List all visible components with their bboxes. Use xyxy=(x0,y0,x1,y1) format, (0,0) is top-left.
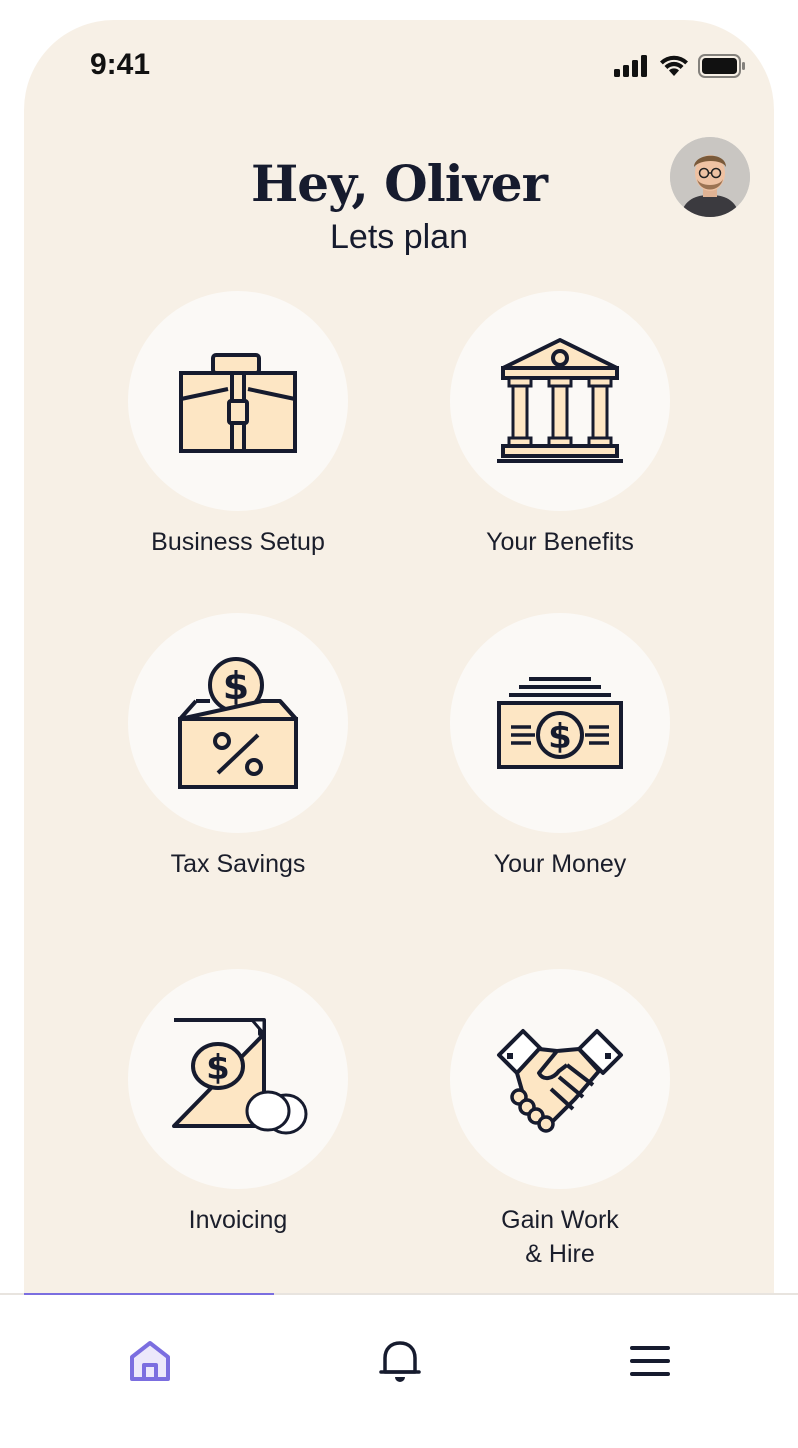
tile-icon-circle xyxy=(450,969,670,1189)
tab-menu[interactable] xyxy=(620,1331,680,1391)
tile-icon-circle: $ xyxy=(128,969,348,1189)
svg-text:$: $ xyxy=(548,717,572,757)
tile-your-money[interactable]: $ Your Money xyxy=(410,613,710,881)
tile-tax-savings[interactable]: $ Tax Savings xyxy=(88,613,388,881)
tile-icon-circle xyxy=(128,291,348,511)
greeting-subtitle: Lets plan xyxy=(330,218,468,256)
briefcase-icon xyxy=(179,353,297,453)
tile-gain-work-hire[interactable]: Gain Work & Hire xyxy=(410,969,710,1271)
bottom-tab-bar xyxy=(0,1293,798,1448)
tile-your-benefits[interactable]: Your Benefits xyxy=(410,291,710,559)
tile-label: Your Money xyxy=(493,850,627,878)
home-icon xyxy=(130,1341,170,1381)
tile-label: Business Setup xyxy=(151,528,325,556)
status-icons xyxy=(614,54,746,78)
svg-text:$: $ xyxy=(223,664,249,708)
bank-building-icon xyxy=(497,338,623,463)
greeting-title: Hey, Oliver xyxy=(251,154,548,213)
tile-business-setup[interactable]: Business Setup xyxy=(88,291,388,559)
invoice-document-icon: $ xyxy=(172,1018,308,1135)
tile-label-line: & Hire xyxy=(525,1240,595,1268)
cash-stack-icon: $ xyxy=(497,677,623,769)
menu-icon xyxy=(630,1346,670,1376)
tile-icon-circle xyxy=(450,291,670,511)
svg-text:$: $ xyxy=(206,1048,230,1088)
bell-icon xyxy=(379,1341,421,1382)
battery-icon xyxy=(698,54,745,78)
status-time: 9:41 xyxy=(90,48,151,81)
app-screen: 9:41 Hey, Oliver Lets plan Business Setu… xyxy=(24,20,774,1296)
tab-home[interactable] xyxy=(120,1331,180,1391)
tile-label: Your Benefits xyxy=(486,528,634,556)
tile-label-line: Gain Work xyxy=(501,1206,619,1234)
tile-label: Tax Savings xyxy=(170,850,306,878)
tile-icon-circle: $ xyxy=(450,613,670,833)
tile-icon-circle: $ xyxy=(128,613,348,833)
active-tab-indicator xyxy=(24,1293,274,1295)
tile-label: Invoicing xyxy=(188,1206,288,1234)
handshake-icon xyxy=(497,1029,623,1133)
tile-label: Gain Work & Hire xyxy=(410,1203,710,1271)
cellular-signal-icon xyxy=(614,55,647,77)
wifi-icon xyxy=(660,55,688,76)
tax-box-coin-icon: $ xyxy=(178,657,298,789)
tile-invoicing[interactable]: $ Invoicing xyxy=(88,969,388,1237)
tab-notifications[interactable] xyxy=(370,1331,430,1391)
